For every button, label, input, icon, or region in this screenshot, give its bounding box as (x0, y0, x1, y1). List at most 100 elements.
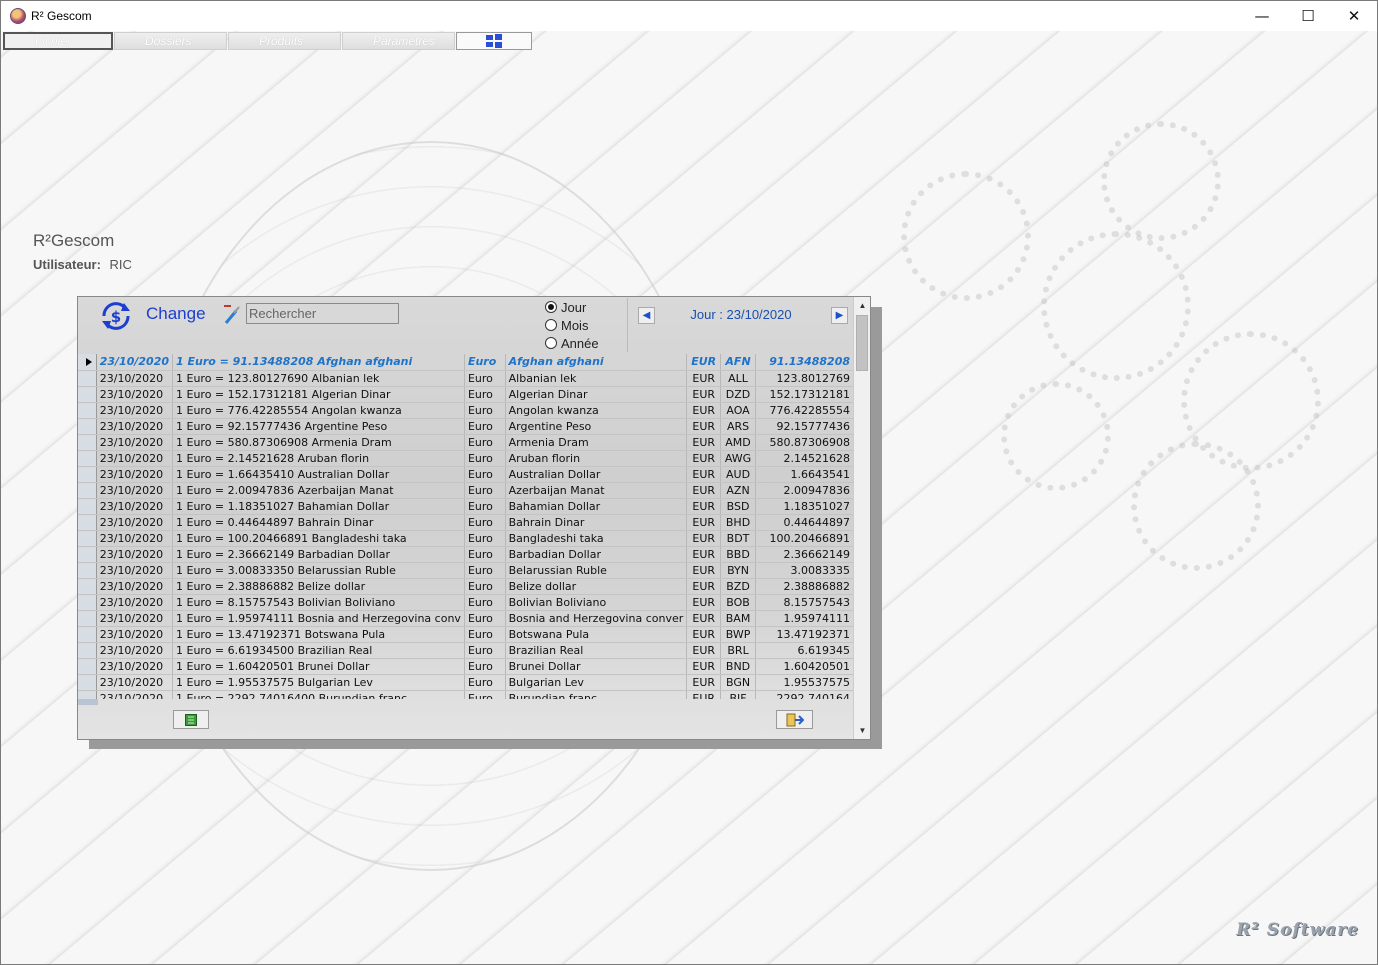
rate-value-cell[interactable]: 2.00947836 (755, 482, 854, 499)
rate-description-cell[interactable]: 1 Euro = 1.66435410 Australian Dollar (172, 466, 465, 483)
menu-tab-produits[interactable]: Produits (228, 32, 341, 50)
base-code-cell[interactable]: EUR (686, 562, 722, 579)
target-currency-cell[interactable]: Bolivian Boliviano (505, 594, 688, 611)
table-row[interactable]: 23/10/2020 1 Euro = 100.20466891 Banglade… (78, 530, 854, 547)
rate-value-cell[interactable]: 2.36662149 (755, 546, 854, 563)
rate-date-cell[interactable]: 23/10/2020 (96, 530, 174, 547)
rate-value-cell[interactable]: 1.95537575 (755, 674, 854, 691)
rate-date-cell[interactable]: 23/10/2020 (96, 674, 174, 691)
base-currency-cell[interactable]: Euro (464, 674, 506, 691)
radio-option-mois[interactable]: Mois (545, 316, 627, 334)
rate-description-cell[interactable]: 1 Euro = 580.87306908 Armenia Dram (172, 434, 465, 451)
base-currency-cell[interactable]: Euro (464, 546, 506, 563)
rate-value-cell[interactable]: 2.38886882 (755, 578, 854, 595)
target-currency-cell[interactable]: Angolan kwanza (505, 402, 688, 419)
base-currency-cell[interactable]: Euro (464, 482, 506, 499)
target-currency-cell[interactable]: Belize dollar (505, 578, 688, 595)
rate-date-cell[interactable]: 23/10/2020 (96, 594, 174, 611)
base-currency-cell[interactable]: Euro (464, 514, 506, 531)
target-code-cell[interactable]: BWP (720, 626, 756, 643)
rate-value-cell[interactable]: 2.14521628 (755, 450, 854, 467)
target-currency-cell[interactable]: Barbadian Dollar (505, 546, 688, 563)
table-row[interactable]: 23/10/2020 1 Euro = 2.38886882 Belize dol… (78, 578, 854, 595)
base-code-cell[interactable]: EUR (686, 514, 722, 531)
record-selector[interactable] (78, 578, 97, 595)
base-code-cell[interactable]: EUR (686, 626, 722, 643)
base-code-cell[interactable]: EUR (686, 658, 722, 675)
record-selector[interactable] (78, 514, 97, 531)
target-currency-cell[interactable]: Bahrain Dinar (505, 514, 688, 531)
rate-date-cell[interactable]: 23/10/2020 (96, 578, 174, 595)
record-selector[interactable] (78, 354, 97, 371)
base-currency-cell[interactable]: Euro (464, 578, 506, 595)
table-row[interactable]: 23/10/2020 1 Euro = 776.42285554 Angolan … (78, 402, 854, 419)
rate-value-cell[interactable]: 92.15777436 (755, 418, 854, 435)
rate-date-cell[interactable]: 23/10/2020 (96, 434, 174, 451)
record-selector[interactable] (78, 642, 97, 659)
table-row[interactable]: 23/10/2020 1 Euro = 123.80127690 Albanian… (78, 370, 854, 387)
target-currency-cell[interactable]: Algerian Dinar (505, 386, 688, 403)
table-row[interactable]: 23/10/2020 1 Euro = 2292.74016400 Burundi… (78, 690, 854, 699)
rate-description-cell[interactable]: 1 Euro = 92.15777436 Argentine Peso (172, 418, 465, 435)
record-selector[interactable] (78, 562, 97, 579)
table-row[interactable]: 23/10/2020 1 Euro = 0.44644897 Bahrain Di… (78, 514, 854, 531)
rate-value-cell[interactable]: 0.44644897 (755, 514, 854, 531)
table-row[interactable]: 23/10/2020 1 Euro = 1.95537575 Bulgarian … (78, 674, 854, 691)
target-currency-cell[interactable]: Azerbaijan Manat (505, 482, 688, 499)
base-code-cell[interactable]: EUR (686, 642, 722, 659)
rate-description-cell[interactable]: 1 Euro = 123.80127690 Albanian lek (172, 370, 465, 387)
target-currency-cell[interactable]: Brunei Dollar (505, 658, 688, 675)
rate-date-cell[interactable]: 23/10/2020 (96, 466, 174, 483)
rate-description-cell[interactable]: 1 Euro = 2292.74016400 Burundian franc (172, 690, 465, 699)
search-icon[interactable] (222, 303, 242, 325)
rate-date-cell[interactable]: 23/10/2020 (96, 690, 174, 699)
rate-date-cell[interactable]: 23/10/2020 (96, 498, 174, 515)
record-selector[interactable] (78, 402, 97, 419)
radio-button[interactable] (545, 337, 557, 349)
target-code-cell[interactable]: BDT (720, 530, 756, 547)
rate-description-cell[interactable]: 1 Euro = 8.15757543 Bolivian Boliviano (172, 594, 465, 611)
radio-button[interactable] (545, 301, 557, 313)
base-code-cell[interactable]: EUR (686, 610, 722, 627)
target-code-cell[interactable]: AFN (720, 354, 756, 371)
target-code-cell[interactable]: BRL (720, 642, 756, 659)
rate-description-cell[interactable]: 1 Euro = 91.13488208 Afghan afghani (172, 354, 465, 371)
base-code-cell[interactable]: EUR (686, 530, 722, 547)
target-code-cell[interactable]: AOA (720, 402, 756, 419)
base-code-cell[interactable]: EUR (686, 690, 722, 699)
base-currency-cell[interactable]: Euro (464, 402, 506, 419)
table-row[interactable]: 23/10/2020 1 Euro = 2.36662149 Barbadian … (78, 546, 854, 563)
target-currency-cell[interactable]: Brazilian Real (505, 642, 688, 659)
target-currency-cell[interactable]: Argentine Peso (505, 418, 688, 435)
target-currency-cell[interactable]: Bulgarian Lev (505, 674, 688, 691)
record-selector[interactable] (78, 434, 97, 451)
record-selector[interactable] (78, 386, 97, 403)
rate-date-cell[interactable]: 23/10/2020 (96, 482, 174, 499)
table-row[interactable]: 23/10/2020 1 Euro = 3.00833350 Belarussia… (78, 562, 854, 579)
target-code-cell[interactable]: BSD (720, 498, 756, 515)
rate-description-cell[interactable]: 1 Euro = 2.14521628 Aruban florin (172, 450, 465, 467)
target-currency-cell[interactable]: Bangladeshi taka (505, 530, 688, 547)
base-code-cell[interactable]: EUR (686, 434, 722, 451)
rate-date-cell[interactable]: 23/10/2020 (96, 386, 174, 403)
radio-button[interactable] (545, 319, 557, 331)
target-code-cell[interactable]: BGN (720, 674, 756, 691)
record-selector[interactable] (78, 626, 97, 643)
rate-value-cell[interactable]: 8.15757543 (755, 594, 854, 611)
target-currency-cell[interactable]: Bosnia and Herzegovina conver (505, 610, 688, 627)
target-code-cell[interactable]: AUD (720, 466, 756, 483)
rate-value-cell[interactable]: 580.87306908 (755, 434, 854, 451)
target-code-cell[interactable]: AZN (720, 482, 756, 499)
maximize-button[interactable]: ☐ (1285, 1, 1331, 31)
target-currency-cell[interactable]: Albanian lek (505, 370, 688, 387)
base-currency-cell[interactable]: Euro (464, 690, 506, 699)
base-code-cell[interactable]: EUR (686, 370, 722, 387)
rate-description-cell[interactable]: 1 Euro = 13.47192371 Botswana Pula (172, 626, 465, 643)
record-selector[interactable] (78, 498, 97, 515)
rate-description-cell[interactable]: 1 Euro = 3.00833350 Belarussian Ruble (172, 562, 465, 579)
target-code-cell[interactable]: BZD (720, 578, 756, 595)
base-currency-cell[interactable]: Euro (464, 626, 506, 643)
windows-menu-button[interactable] (456, 32, 532, 50)
record-selector[interactable] (78, 418, 97, 435)
base-code-cell[interactable]: EUR (686, 402, 722, 419)
